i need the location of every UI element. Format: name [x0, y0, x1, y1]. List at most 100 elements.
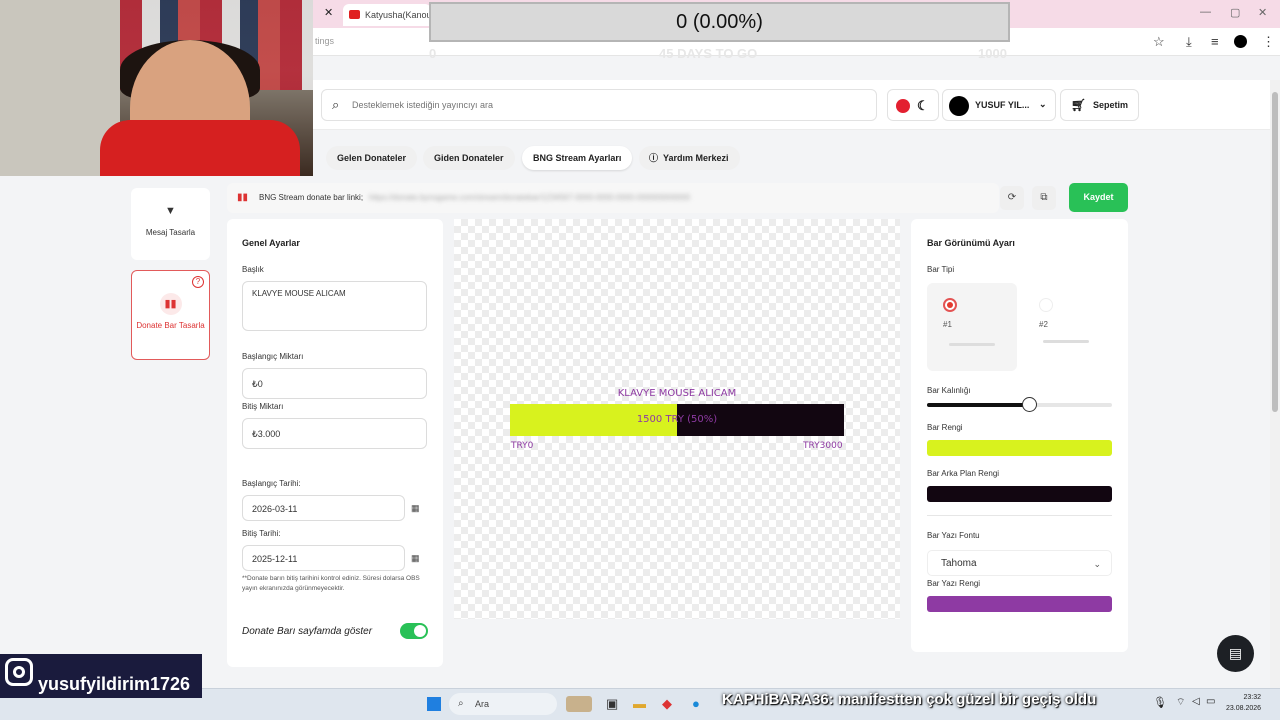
battery-icon[interactable]: ▭: [1206, 696, 1215, 707]
calendar-icon[interactable]: ▦: [411, 553, 420, 564]
taskbar-clock[interactable]: 23:32 23.08.2026: [1226, 692, 1261, 714]
tab-stream-settings[interactable]: BNG Stream Ayarları: [522, 146, 633, 170]
task-view-icon[interactable]: ▣: [606, 696, 618, 712]
tab-help-center[interactable]: ⓘ Yardım Merkezi: [639, 146, 740, 170]
calendar-icon[interactable]: ▦: [411, 503, 420, 514]
bar-text-color-label: Bar Yazı Rengi: [927, 579, 981, 588]
dark-mode-icon[interactable]: ☾: [917, 98, 929, 114]
bar-text-color-swatch[interactable]: [927, 596, 1112, 612]
file-explorer-icon[interactable]: ▬: [633, 696, 646, 711]
clock-time: 23:32: [1243, 694, 1262, 701]
bar-color-swatch[interactable]: [927, 440, 1112, 456]
chat-button[interactable]: ▤: [1217, 635, 1254, 672]
bar-font-select[interactable]: Tahoma ⌄: [927, 550, 1112, 576]
avatar: [949, 96, 969, 116]
app-icon[interactable]: ◆: [662, 696, 672, 712]
chat-icon: ▤: [1228, 645, 1243, 661]
donate-bar-link-url[interactable]: https://donate.bynogame.com/stream/donat…: [369, 193, 690, 202]
sidebar-item-donate-bar-design[interactable]: ? ▮▮ Donate Bar Tasarla: [131, 270, 210, 360]
bookmark-star-icon[interactable]: ☆: [1153, 34, 1165, 50]
preview-bar: 1500 TRY (50%): [510, 404, 844, 436]
refresh-link-button[interactable]: ⟳: [1000, 186, 1024, 210]
media-icon[interactable]: ≡: [1211, 34, 1219, 49]
bar-bg-color-swatch[interactable]: [927, 486, 1112, 502]
general-settings-title: Genel Ayarlar: [242, 238, 300, 248]
preview-bar-text: 1500 TRY (50%): [636, 414, 718, 425]
title-field[interactable]: KLAVYE MOUSE ALICAM: [242, 281, 427, 331]
message-design-icon: ▼: [165, 205, 176, 217]
user-name: YUSUF YIL...: [975, 100, 1030, 110]
bar-type-2-label: #2: [1039, 320, 1048, 329]
instagram-handle: yusufyildirim1726: [38, 674, 191, 694]
widget-icon[interactable]: [566, 696, 592, 712]
question-icon[interactable]: ?: [192, 276, 204, 288]
tab-outgoing-donates[interactable]: Giden Donateler: [423, 146, 515, 170]
maximize-icon[interactable]: ▢: [1230, 6, 1240, 19]
save-button[interactable]: Kaydet: [1069, 183, 1128, 212]
appearance-title: Bar Görünümü Ayarı: [927, 238, 1015, 248]
minimize-icon[interactable]: —: [1200, 6, 1211, 18]
goal-overlay-days: 45 DAYS TO GO: [659, 46, 758, 61]
help-icon: ⓘ: [649, 153, 659, 163]
end-date-label: Bitiş Tarihi:: [242, 529, 281, 538]
bar-thickness-label: Bar Kalınlığı: [927, 386, 971, 395]
bar-type-option-1[interactable]: [927, 283, 1017, 371]
bar-thickness-slider[interactable]: [927, 403, 1112, 407]
turkey-flag-icon[interactable]: [896, 99, 910, 113]
taskbar-search[interactable]: ⌕ Ara: [449, 693, 557, 715]
start-amount-field[interactable]: ₺0: [242, 368, 427, 399]
show-on-page-label: Donate Barı sayfamda göster: [242, 626, 373, 637]
windows-start-icon[interactable]: [427, 697, 441, 711]
sidebar-item-message-design[interactable]: ▼ Mesaj Tasarla: [131, 188, 210, 260]
preview-max-label: TRY3000: [803, 441, 843, 451]
wifi-icon[interactable]: ⌔: [1176, 696, 1185, 709]
bar-font-value: Tahoma: [941, 558, 977, 569]
tab-incoming-donates[interactable]: Gelen Donateler: [326, 146, 418, 170]
bar-type-radio-1[interactable]: [943, 298, 957, 312]
sidebar-item-label: Mesaj Tasarla: [145, 228, 196, 237]
volume-icon[interactable]: ◁: [1192, 696, 1200, 707]
bar-color-label: Bar Rengi: [927, 423, 963, 432]
end-date-note: **Donate barın bitiş tarihini kontrol ed…: [242, 575, 420, 592]
copy-link-button[interactable]: ⧉: [1032, 186, 1056, 210]
bar-thickness-handle[interactable]: [1022, 397, 1037, 412]
bar-type-2-preview: [1043, 340, 1089, 343]
end-amount-label: Bitiş Miktarı: [242, 402, 284, 411]
chevron-down-icon: ⌄: [1093, 559, 1101, 569]
menu-kebab-icon[interactable]: ⋮: [1262, 34, 1275, 50]
search-icon: ⌕: [332, 97, 340, 112]
scrollbar-thumb[interactable]: [1272, 92, 1278, 412]
start-date-label: Başlangıç Tarihi:: [242, 479, 301, 488]
microphone-icon[interactable]: 🎙︎: [1153, 696, 1167, 709]
bar-type-radio-2[interactable]: [1039, 298, 1053, 312]
page-scrollbar[interactable]: [1270, 80, 1280, 688]
end-date-field[interactable]: 2025-12-11: [242, 545, 405, 571]
refresh-icon: ⟳: [1007, 192, 1017, 203]
download-icon[interactable]: ⤓: [1186, 34, 1192, 50]
youtube-icon: [349, 10, 360, 19]
instagram-overlay: yusufyildirim1726: [0, 654, 202, 698]
chat-ticker: KAPHiBARA36: manifestten çok güzel bir g…: [722, 691, 1097, 708]
search-box[interactable]: ⌕: [321, 89, 877, 121]
close-tab-icon[interactable]: ✕: [324, 6, 333, 19]
close-window-icon[interactable]: ✕: [1258, 6, 1267, 19]
goal-overlay-bar: 0 (0.00%): [429, 2, 1010, 42]
tab-help-center-label: Yardım Merkezi: [663, 153, 729, 163]
bar-chart-icon: ▮▮: [159, 293, 182, 315]
edge-icon[interactable]: ●: [692, 696, 700, 711]
goal-overlay-left: 0: [429, 46, 437, 61]
end-amount-field[interactable]: ₺3.000: [242, 418, 427, 449]
cart-button[interactable]: 🛒︎ Sepetim: [1060, 89, 1139, 121]
user-menu-button[interactable]: YUSUF YIL... ⌄: [942, 89, 1056, 121]
start-date-field[interactable]: 2026-03-11: [242, 495, 405, 521]
sidebar-item-label: Donate Bar Tasarla: [136, 321, 205, 330]
title-field-label: Başlık: [242, 265, 264, 274]
show-on-page-toggle[interactable]: [400, 623, 428, 639]
profile-icon[interactable]: [1234, 35, 1247, 48]
browser-tab[interactable]: Katyusha(Kanouai: [343, 4, 431, 26]
instagram-icon: [5, 658, 33, 686]
chevron-down-icon: ⌄: [1039, 99, 1047, 109]
bar-type-1-label: #1: [943, 320, 952, 329]
language-theme-toggle[interactable]: ☾: [887, 89, 939, 121]
search-input[interactable]: [352, 96, 852, 114]
